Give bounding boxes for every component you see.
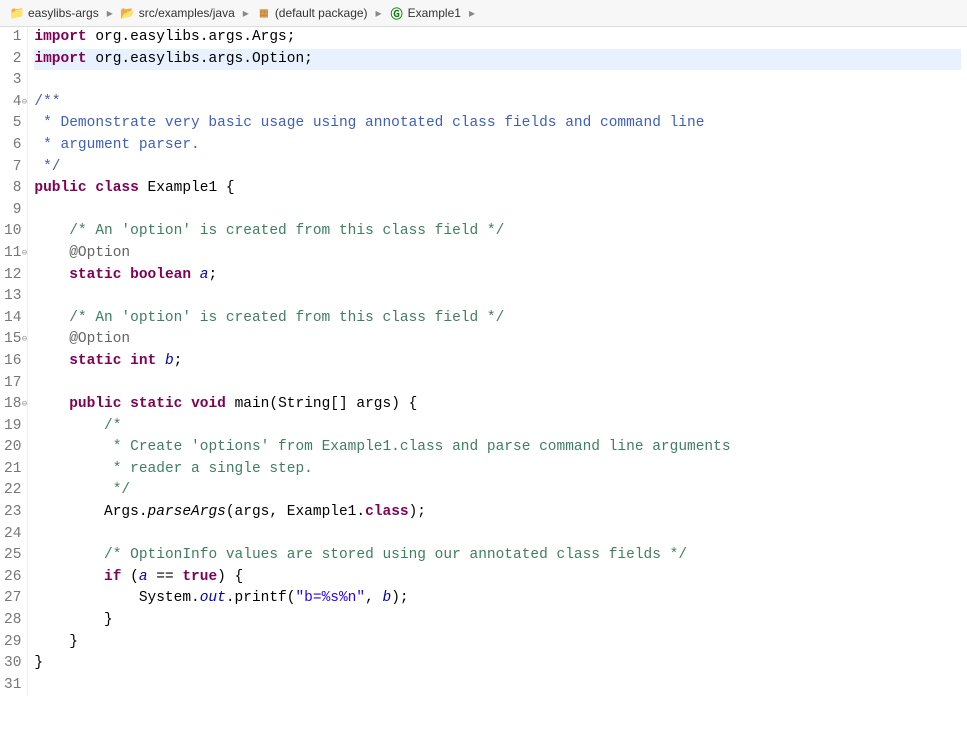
breadcrumb-separator-icon: ▸: [465, 6, 479, 20]
breadcrumb-separator-icon: ▸: [239, 6, 253, 20]
code-line[interactable]: @Option: [34, 243, 961, 265]
line-number[interactable]: 14: [4, 308, 21, 330]
code-area[interactable]: import org.easylibs.args.Args;import org…: [28, 27, 967, 696]
breadcrumb-label: src/examples/java: [139, 6, 235, 20]
code-line[interactable]: * Demonstrate very basic usage using ann…: [34, 113, 961, 135]
line-number[interactable]: 6: [4, 135, 21, 157]
code-line[interactable]: System.out.printf("b=%s%n", b);: [34, 588, 961, 610]
line-number[interactable]: 1: [4, 27, 21, 49]
line-number[interactable]: 10: [4, 221, 21, 243]
breadcrumb-bar: 📁 easylibs-args ▸ 📂 src/examples/java ▸ …: [0, 0, 967, 27]
code-line[interactable]: */: [34, 480, 961, 502]
line-number[interactable]: 17: [4, 373, 21, 395]
fold-toggle-icon[interactable]: ⊖: [21, 329, 27, 351]
breadcrumb-project[interactable]: 📁 easylibs-args: [6, 4, 103, 22]
code-line[interactable]: */: [34, 157, 961, 179]
line-number[interactable]: 31: [4, 675, 21, 697]
code-line[interactable]: public class Example1 {: [34, 178, 961, 200]
line-number[interactable]: 21: [4, 459, 21, 481]
code-line[interactable]: [34, 200, 961, 222]
line-number[interactable]: 24: [4, 524, 21, 546]
code-line[interactable]: }: [34, 632, 961, 654]
code-line[interactable]: * argument parser.: [34, 135, 961, 157]
code-line[interactable]: static int b;: [34, 351, 961, 373]
line-number[interactable]: 7: [4, 157, 21, 179]
code-line[interactable]: }: [34, 653, 961, 675]
fold-toggle-icon[interactable]: ⊖: [21, 394, 27, 416]
code-line[interactable]: Args.parseArgs(args, Example1.class);: [34, 502, 961, 524]
code-line[interactable]: [34, 286, 961, 308]
code-line[interactable]: }: [34, 610, 961, 632]
breadcrumb-label: (default package): [275, 6, 368, 20]
code-line[interactable]: import org.easylibs.args.Option;: [34, 49, 961, 71]
line-number[interactable]: 13: [4, 286, 21, 308]
line-number[interactable]: 20: [4, 437, 21, 459]
folder-icon: 📂: [121, 6, 135, 20]
code-line[interactable]: /* OptionInfo values are stored using ou…: [34, 545, 961, 567]
code-line[interactable]: import org.easylibs.args.Args;: [34, 27, 961, 49]
line-number[interactable]: 18⊖: [4, 394, 21, 416]
class-icon: Ⓖ: [390, 6, 404, 20]
line-number[interactable]: 3: [4, 70, 21, 92]
line-number-gutter[interactable]: 1234⊖567891011⊖12131415⊖161718⊖192021222…: [0, 27, 28, 696]
code-line[interactable]: /* An 'option' is created from this clas…: [34, 308, 961, 330]
line-number[interactable]: 23: [4, 502, 21, 524]
fold-toggle-icon[interactable]: ⊖: [21, 92, 27, 114]
line-number[interactable]: 11⊖: [4, 243, 21, 265]
line-number[interactable]: 12: [4, 265, 21, 287]
code-line[interactable]: @Option: [34, 329, 961, 351]
line-number[interactable]: 26: [4, 567, 21, 589]
code-line[interactable]: * reader a single step.: [34, 459, 961, 481]
line-number[interactable]: 15⊖: [4, 329, 21, 351]
fold-toggle-icon[interactable]: ⊖: [21, 243, 27, 265]
code-line[interactable]: /**: [34, 92, 961, 114]
line-number[interactable]: 16: [4, 351, 21, 373]
breadcrumb-separator-icon: ▸: [372, 6, 386, 20]
code-line[interactable]: [34, 373, 961, 395]
project-icon: 📁: [10, 6, 24, 20]
line-number[interactable]: 25: [4, 545, 21, 567]
line-number[interactable]: 27: [4, 588, 21, 610]
breadcrumb-source-folder[interactable]: 📂 src/examples/java: [117, 4, 239, 22]
line-number[interactable]: 29: [4, 632, 21, 654]
line-number[interactable]: 19: [4, 416, 21, 438]
code-editor[interactable]: 1234⊖567891011⊖12131415⊖161718⊖192021222…: [0, 27, 967, 696]
breadcrumb-label: Example1: [408, 6, 461, 20]
breadcrumb-separator-icon: ▸: [103, 6, 117, 20]
code-line[interactable]: [34, 524, 961, 546]
code-line[interactable]: if (a == true) {: [34, 567, 961, 589]
line-number[interactable]: 4⊖: [4, 92, 21, 114]
code-line[interactable]: [34, 675, 961, 697]
package-icon: ▦: [257, 6, 271, 20]
line-number[interactable]: 22: [4, 480, 21, 502]
code-line[interactable]: static boolean a;: [34, 265, 961, 287]
line-number[interactable]: 5: [4, 113, 21, 135]
breadcrumb-class[interactable]: Ⓖ Example1: [386, 4, 465, 22]
breadcrumb-package[interactable]: ▦ (default package): [253, 4, 372, 22]
line-number[interactable]: 9: [4, 200, 21, 222]
line-number[interactable]: 8: [4, 178, 21, 200]
code-line[interactable]: /*: [34, 416, 961, 438]
line-number[interactable]: 30: [4, 653, 21, 675]
code-line[interactable]: /* An 'option' is created from this clas…: [34, 221, 961, 243]
line-number[interactable]: 2: [4, 49, 21, 71]
breadcrumb-label: easylibs-args: [28, 6, 99, 20]
code-line[interactable]: public static void main(String[] args) {: [34, 394, 961, 416]
code-line[interactable]: [34, 70, 961, 92]
code-line[interactable]: * Create 'options' from Example1.class a…: [34, 437, 961, 459]
line-number[interactable]: 28: [4, 610, 21, 632]
